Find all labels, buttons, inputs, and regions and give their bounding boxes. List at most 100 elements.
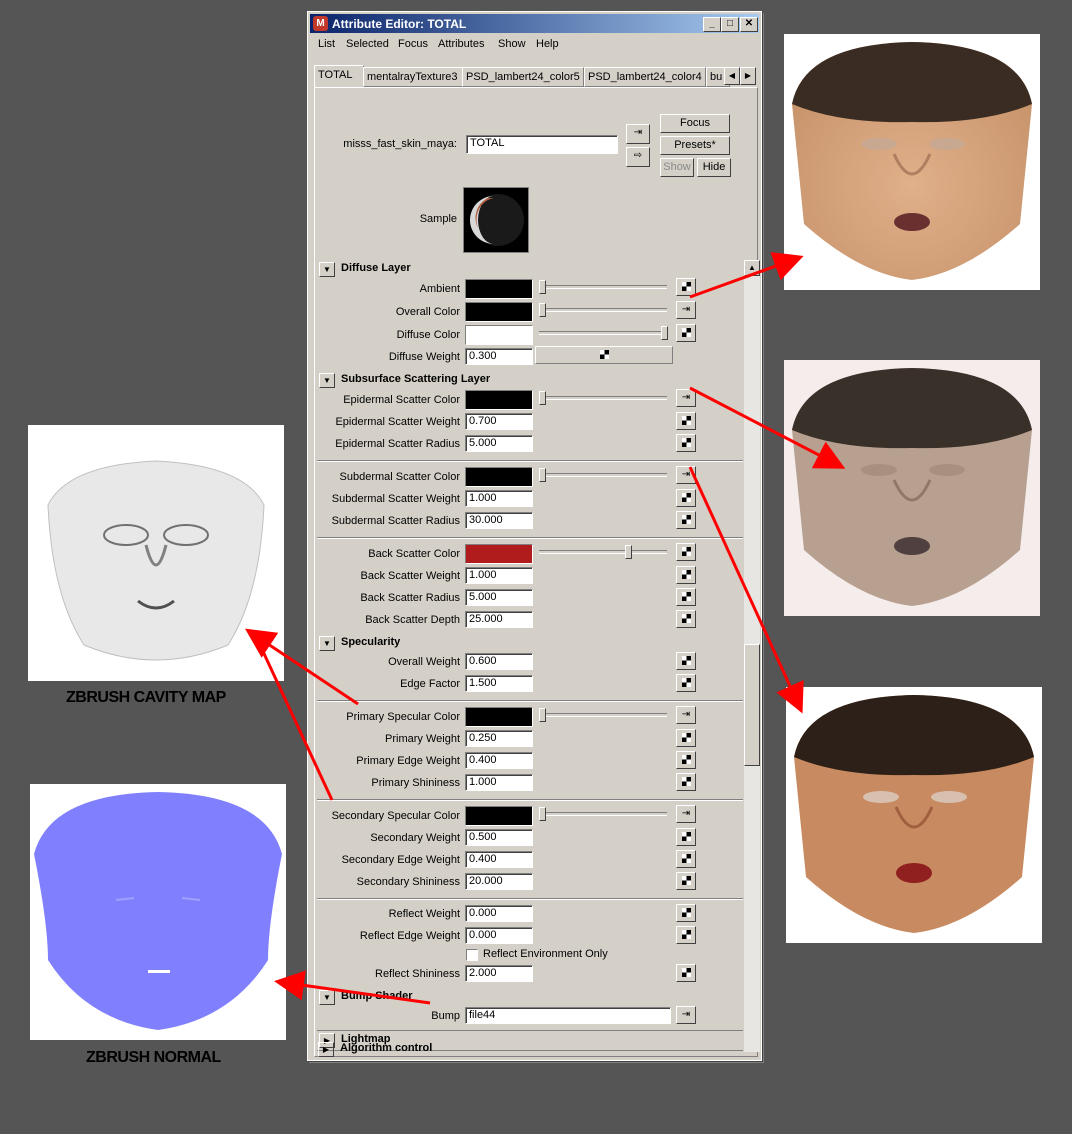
collapse-triangle-icon[interactable]: ▼ [319, 636, 335, 651]
reflect-weight-field[interactable]: 0.000 [465, 905, 533, 922]
reflect-shininess-map-button[interactable] [676, 964, 696, 982]
menu-attributes[interactable]: Attributes [438, 38, 484, 50]
epidermal-radius-map-button[interactable] [676, 434, 696, 452]
secondary-weight-map-button[interactable] [676, 828, 696, 846]
back-scatter-color-slider[interactable] [539, 544, 667, 560]
input-connection-icon[interactable]: ⇥ [626, 124, 650, 144]
back-scatter-radius-field[interactable]: 5.000 [465, 589, 533, 606]
epidermal-weight-map-button[interactable] [676, 412, 696, 430]
menu-list[interactable]: List [318, 38, 335, 50]
epidermal-color-connected-icon[interactable]: ⇥ [676, 389, 696, 407]
reflect-shininess-field[interactable]: 2.000 [465, 965, 533, 982]
tab-scroll-right-icon[interactable]: ▶ [740, 67, 756, 85]
scroll-thumb[interactable] [744, 644, 760, 766]
secondary-specular-connected-icon[interactable]: ⇥ [676, 805, 696, 823]
scroll-up-icon[interactable]: ▲ [744, 260, 760, 276]
ambient-map-button[interactable] [676, 278, 696, 296]
specularity-header[interactable]: ▼ Specularity [317, 634, 743, 652]
tab-psd-lambert24-color4[interactable]: PSD_lambert24_color4 [584, 67, 706, 87]
menu-help[interactable]: Help [536, 38, 559, 50]
focus-button[interactable]: Focus [660, 114, 730, 133]
expand-triangle-icon[interactable]: ▶ [318, 1042, 334, 1057]
bump-field[interactable]: file44 [465, 1007, 671, 1024]
overall-color-swatch[interactable] [465, 302, 533, 322]
tab-psd-lambert24-color5[interactable]: PSD_lambert24_color5 [462, 67, 584, 87]
primary-edge-weight-field[interactable]: 0.400 [465, 752, 533, 769]
maximize-button[interactable]: □ [721, 17, 739, 32]
primary-weight-map-button[interactable] [676, 729, 696, 747]
diffuse-color-map-button[interactable] [676, 324, 696, 342]
secondary-edge-weight-field[interactable]: 0.400 [465, 851, 533, 868]
collapse-triangle-icon[interactable]: ▼ [319, 373, 335, 388]
back-scatter-weight-map-button[interactable] [676, 566, 696, 584]
epidermal-radius-field[interactable]: 5.000 [465, 435, 533, 452]
secondary-weight-field[interactable]: 0.500 [465, 829, 533, 846]
presets-button[interactable]: Presets* [660, 136, 730, 155]
overall-color-slider[interactable] [539, 302, 667, 318]
secondary-specular-color-slider[interactable] [539, 806, 667, 822]
subdermal-color-slider[interactable] [539, 467, 667, 483]
primary-specular-color-slider[interactable] [539, 707, 667, 723]
diffuse-color-slider[interactable] [539, 325, 668, 341]
subdermal-color-swatch[interactable] [465, 467, 533, 487]
collapse-triangle-icon[interactable]: ▼ [319, 990, 335, 1005]
menu-selected[interactable]: Selected [346, 38, 389, 50]
reflect-edge-weight-field[interactable]: 0.000 [465, 927, 533, 944]
overall-color-connected-icon[interactable]: ⇥ [676, 301, 696, 319]
close-button[interactable]: ✕ [740, 17, 758, 32]
back-scatter-color-map-button[interactable] [676, 543, 696, 561]
diffuse-weight-map-button[interactable] [535, 346, 673, 364]
output-connection-icon[interactable]: ⇨ [626, 147, 650, 167]
subdermal-color-connected-icon[interactable]: ⇥ [676, 466, 696, 484]
overall-weight-map-button[interactable] [676, 652, 696, 670]
reflect-env-checkbox[interactable] [466, 949, 478, 961]
primary-specular-color-swatch[interactable] [465, 707, 533, 727]
menu-focus[interactable]: Focus [398, 38, 428, 50]
node-name-field[interactable]: TOTAL [466, 135, 618, 154]
epidermal-weight-field[interactable]: 0.700 [465, 413, 533, 430]
tab-mentalraytexture3[interactable]: mentalrayTexture3 [363, 67, 463, 87]
primary-specular-connected-icon[interactable]: ⇥ [676, 706, 696, 724]
diffuse-weight-field[interactable]: 0.300 [465, 348, 533, 365]
bump-shader-header[interactable]: ▼ Bump Shader [317, 988, 743, 1006]
algorithm-control-header[interactable]: ▶ Algorithm control [316, 1040, 742, 1058]
epidermal-color-slider[interactable] [539, 390, 667, 406]
sss-layer-header[interactable]: ▼ Subsurface Scattering Layer [317, 371, 743, 389]
show-button[interactable]: Show [660, 158, 694, 177]
hide-button[interactable]: Hide [697, 158, 731, 177]
menu-show[interactable]: Show [498, 38, 526, 50]
subdermal-radius-map-button[interactable] [676, 511, 696, 529]
back-scatter-weight-field[interactable]: 1.000 [465, 567, 533, 584]
secondary-edge-weight-map-button[interactable] [676, 850, 696, 868]
ambient-swatch[interactable] [465, 279, 533, 299]
bump-connected-icon[interactable]: ⇥ [676, 1006, 696, 1024]
minimize-button[interactable]: _ [703, 17, 721, 32]
reflect-weight-map-button[interactable] [676, 904, 696, 922]
tab-total[interactable]: TOTAL [314, 65, 364, 87]
back-scatter-depth-field[interactable]: 25.000 [465, 611, 533, 628]
overall-weight-field[interactable]: 0.600 [465, 653, 533, 670]
reflect-edge-weight-map-button[interactable] [676, 926, 696, 944]
diffuse-layer-header[interactable]: ▼ Diffuse Layer [317, 260, 743, 278]
primary-shininess-field[interactable]: 1.000 [465, 774, 533, 791]
primary-edge-weight-map-button[interactable] [676, 751, 696, 769]
diffuse-color-swatch[interactable] [465, 325, 533, 345]
primary-shininess-map-button[interactable] [676, 773, 696, 791]
tab-scroll-left-icon[interactable]: ◀ [724, 67, 740, 85]
subdermal-weight-field[interactable]: 1.000 [465, 490, 533, 507]
collapse-triangle-icon[interactable]: ▼ [319, 262, 335, 277]
back-scatter-radius-map-button[interactable] [676, 588, 696, 606]
primary-weight-field[interactable]: 0.250 [465, 730, 533, 747]
ambient-slider[interactable] [539, 279, 667, 295]
epidermal-color-swatch[interactable] [465, 390, 533, 410]
subdermal-weight-map-button[interactable] [676, 489, 696, 507]
back-scatter-depth-map-button[interactable] [676, 610, 696, 628]
back-scatter-color-swatch[interactable] [465, 544, 533, 564]
secondary-shininess-map-button[interactable] [676, 872, 696, 890]
vertical-scrollbar[interactable]: ▲ [744, 260, 760, 1052]
secondary-specular-color-swatch[interactable] [465, 806, 533, 826]
edge-factor-field[interactable]: 1.500 [465, 675, 533, 692]
subdermal-radius-field[interactable]: 30.000 [465, 512, 533, 529]
secondary-shininess-field[interactable]: 20.000 [465, 873, 533, 890]
edge-factor-map-button[interactable] [676, 674, 696, 692]
